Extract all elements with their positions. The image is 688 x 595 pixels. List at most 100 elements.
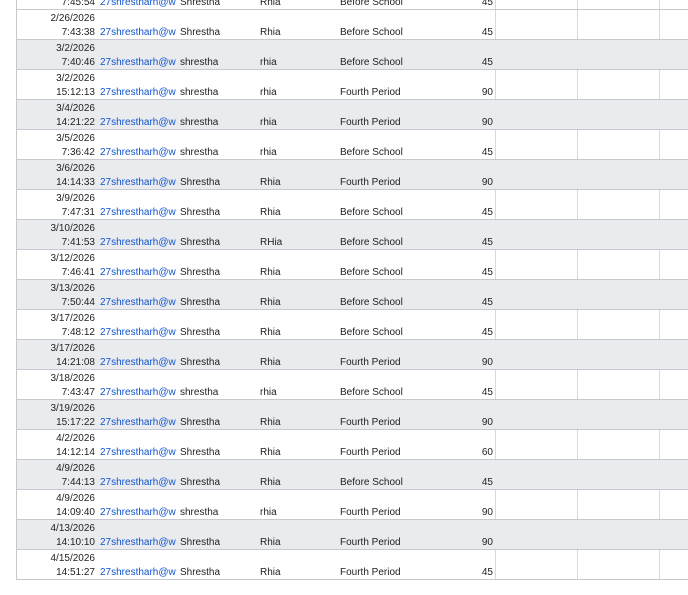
first-name-cell[interactable]: RHia [259, 220, 337, 249]
timestamp-cell[interactable]: 3/6/2026 14:14:33 [17, 160, 99, 189]
last-name-cell[interactable]: shrestha [179, 100, 257, 129]
period-cell[interactable]: Before School [339, 0, 439, 9]
email-cell[interactable]: 27shrestharh@w [99, 370, 178, 399]
email-cell[interactable]: 27shrestharh@w [99, 40, 178, 69]
table-row[interactable]: 2/26/2026 7:43:38 27shrestharh@w Shrestha Rh… [17, 10, 688, 40]
period-cell[interactable]: Before School [339, 310, 439, 339]
first-name-cell[interactable]: Rhia [259, 250, 337, 279]
last-name-cell[interactable]: Shrestha [179, 460, 257, 489]
last-name-cell[interactable]: shrestha [179, 40, 257, 69]
minutes-cell[interactable]: 45 [439, 130, 495, 159]
email-cell[interactable]: 27shrestharh@w [99, 280, 178, 309]
timestamp-cell[interactable]: 3/12/2026 7:46:41 [17, 250, 99, 279]
timestamp-cell[interactable]: 7:45:54 [17, 0, 99, 9]
last-name-cell[interactable]: shrestha [179, 130, 257, 159]
last-name-cell[interactable]: Shrestha [179, 0, 257, 9]
table-row[interactable]: 3/13/2026 7:50:44 27shrestharh@w Shrestha Rh… [17, 280, 688, 310]
table-row[interactable]: 3/6/2026 14:14:33 27shrestharh@w Shrestha Rh… [17, 160, 688, 190]
period-cell[interactable]: Fourth Period [339, 70, 439, 99]
period-cell[interactable]: Before School [339, 40, 439, 69]
period-cell[interactable]: Before School [339, 250, 439, 279]
timestamp-cell[interactable]: 3/17/2026 7:48:12 [17, 310, 99, 339]
email-cell[interactable]: 27shrestharh@w [99, 490, 178, 519]
minutes-cell[interactable]: 90 [439, 520, 495, 549]
timestamp-cell[interactable]: 3/4/2026 14:21:22 [17, 100, 99, 129]
period-cell[interactable]: Before School [339, 370, 439, 399]
minutes-cell[interactable]: 45 [439, 550, 495, 579]
email-cell[interactable]: 27shrestharh@w [99, 10, 178, 39]
timestamp-cell[interactable]: 3/17/2026 14:21:08 [17, 340, 99, 369]
table-row[interactable]: 3/19/2026 15:17:22 27shrestharh@w Shrestha R… [17, 400, 688, 430]
timestamp-cell[interactable]: 4/9/2026 14:09:40 [17, 490, 99, 519]
timestamp-cell[interactable]: 3/2/2026 15:12:13 [17, 70, 99, 99]
last-name-cell[interactable]: shrestha [179, 490, 257, 519]
email-cell[interactable]: 27shrestharh@w [99, 310, 178, 339]
first-name-cell[interactable]: Rhia [259, 0, 337, 9]
first-name-cell[interactable]: rhia [259, 70, 337, 99]
email-cell[interactable]: 27shrestharh@w [99, 220, 178, 249]
first-name-cell[interactable]: Rhia [259, 190, 337, 219]
minutes-cell[interactable]: 45 [439, 220, 495, 249]
period-cell[interactable]: Fourth Period [339, 520, 439, 549]
last-name-cell[interactable]: Shrestha [179, 520, 257, 549]
table-row[interactable]: 3/17/2026 14:21:08 27shrestharh@w Shrestha R… [17, 340, 688, 370]
table-row[interactable]: 3/12/2026 7:46:41 27shrestharh@w Shrestha Rh… [17, 250, 688, 280]
period-cell[interactable]: Fourth Period [339, 550, 439, 579]
email-cell[interactable]: 27shrestharh@w [99, 70, 178, 99]
table-row[interactable]: 4/13/2026 14:10:10 27shrestharh@w Shrestha R… [17, 520, 688, 550]
table-row[interactable]: 3/2/2026 15:12:13 27shrestharh@w shrestha rh… [17, 70, 688, 100]
first-name-cell[interactable]: Rhia [259, 400, 337, 429]
first-name-cell[interactable]: rhia [259, 100, 337, 129]
minutes-cell[interactable]: 45 [439, 250, 495, 279]
table-row[interactable]: 3/9/2026 7:47:31 27shrestharh@w Shrestha Rhi… [17, 190, 688, 220]
minutes-cell[interactable]: 60 [439, 430, 495, 459]
timestamp-cell[interactable]: 3/13/2026 7:50:44 [17, 280, 99, 309]
period-cell[interactable]: Before School [339, 190, 439, 219]
email-cell[interactable]: 27shrestharh@w [99, 550, 178, 579]
first-name-cell[interactable]: Rhia [259, 310, 337, 339]
period-cell[interactable]: Fourth Period [339, 400, 439, 429]
table-row[interactable]: 4/15/2026 14:51:27 27shrestharh@w Shrestha R… [17, 550, 688, 580]
email-cell[interactable]: 27shrestharh@w [99, 100, 178, 129]
period-cell[interactable]: Before School [339, 280, 439, 309]
table-row[interactable]: 3/17/2026 7:48:12 27shrestharh@w Shrestha Rh… [17, 310, 688, 340]
period-cell[interactable]: Fourth Period [339, 340, 439, 369]
timestamp-cell[interactable]: 3/5/2026 7:36:42 [17, 130, 99, 159]
email-cell[interactable]: 27shrestharh@w [99, 460, 178, 489]
timestamp-cell[interactable]: 4/15/2026 14:51:27 [17, 550, 99, 579]
email-cell[interactable]: 27shrestharh@w [99, 130, 178, 159]
period-cell[interactable]: Fourth Period [339, 430, 439, 459]
last-name-cell[interactable]: Shrestha [179, 400, 257, 429]
first-name-cell[interactable]: Rhia [259, 430, 337, 459]
period-cell[interactable]: Fourth Period [339, 160, 439, 189]
table-row-partial[interactable]: 7:45:54 27shrestharh@w Shrestha Rhia Bef… [17, 0, 688, 10]
last-name-cell[interactable]: Shrestha [179, 190, 257, 219]
last-name-cell[interactable]: Shrestha [179, 280, 257, 309]
first-name-cell[interactable]: rhia [259, 130, 337, 159]
timestamp-cell[interactable]: 4/13/2026 14:10:10 [17, 520, 99, 549]
table-row[interactable]: 4/9/2026 7:44:13 27shrestharh@w Shrestha Rhi… [17, 460, 688, 490]
period-cell[interactable]: Before School [339, 130, 439, 159]
last-name-cell[interactable]: Shrestha [179, 160, 257, 189]
email-cell[interactable]: 27shrestharh@w [99, 400, 178, 429]
first-name-cell[interactable]: rhia [259, 370, 337, 399]
minutes-cell[interactable]: 45 [439, 10, 495, 39]
last-name-cell[interactable]: shrestha [179, 370, 257, 399]
table-row[interactable]: 3/4/2026 14:21:22 27shrestharh@w shrestha rh… [17, 100, 688, 130]
timestamp-cell[interactable]: 3/9/2026 7:47:31 [17, 190, 99, 219]
table-row[interactable]: 4/2/2026 14:12:14 27shrestharh@w Shrestha Rh… [17, 430, 688, 460]
minutes-cell[interactable]: 45 [439, 460, 495, 489]
last-name-cell[interactable]: Shrestha [179, 340, 257, 369]
last-name-cell[interactable]: Shrestha [179, 10, 257, 39]
email-cell[interactable]: 27shrestharh@w [99, 190, 178, 219]
minutes-cell[interactable]: 45 [439, 310, 495, 339]
first-name-cell[interactable]: Rhia [259, 10, 337, 39]
first-name-cell[interactable]: Rhia [259, 550, 337, 579]
email-cell[interactable]: 27shrestharh@w [99, 0, 178, 9]
last-name-cell[interactable]: Shrestha [179, 310, 257, 339]
minutes-cell[interactable]: 90 [439, 490, 495, 519]
last-name-cell[interactable]: Shrestha [179, 250, 257, 279]
table-row[interactable]: 3/10/2026 7:41:53 27shrestharh@w Shrestha RH… [17, 220, 688, 250]
timestamp-cell[interactable]: 3/18/2026 7:43:47 [17, 370, 99, 399]
period-cell[interactable]: Fourth Period [339, 490, 439, 519]
